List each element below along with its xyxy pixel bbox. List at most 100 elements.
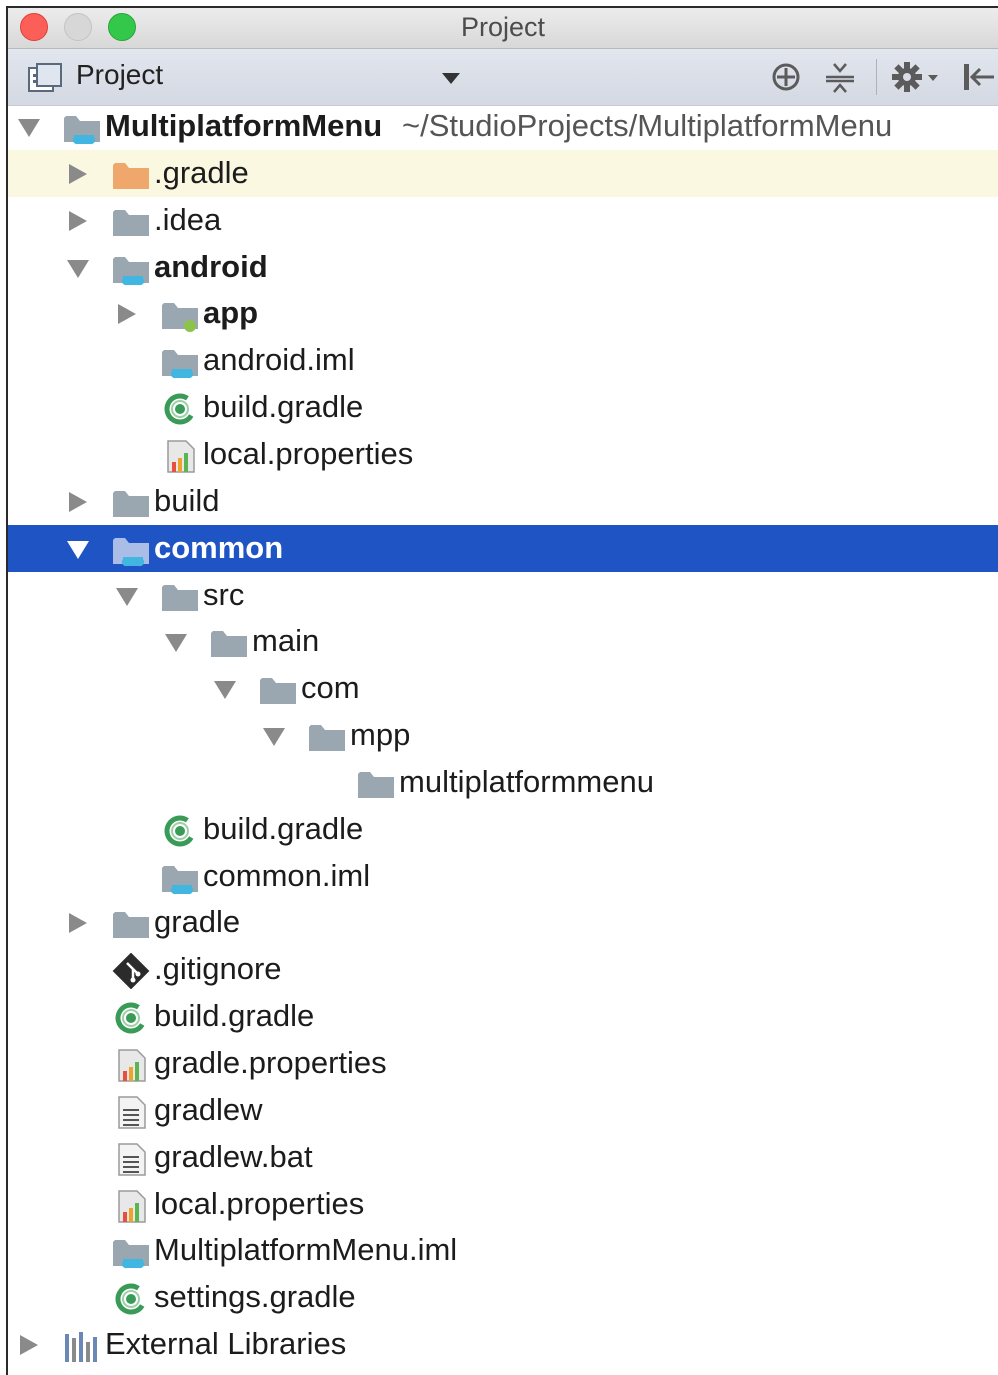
view-dropdown-caret-icon[interactable] [442,73,460,84]
tree-row-multiplatformmenu-iml[interactable]: MultiplatformMenu.iml [8,1227,998,1274]
tree-item-label: gradle [154,904,241,940]
tree-item-label: gradlew.bat [154,1138,313,1174]
expanded-arrow-icon[interactable] [114,584,140,608]
tree-row-common-iml[interactable]: common.iml [8,853,998,900]
collapsed-arrow-icon[interactable] [65,490,91,514]
properties-file-icon [118,1189,146,1223]
tree-row-src[interactable]: src [8,572,998,619]
collapsed-arrow-icon[interactable] [65,911,91,935]
tree-row-multiplatformmenu[interactable]: MultiplatformMenu ~/StudioProjects/Multip… [8,103,998,150]
iml-file-icon [113,1240,149,1269]
tree-row-common[interactable]: common [8,524,998,572]
tree-row-app[interactable]: app [8,290,998,337]
tree-row-idea[interactable]: .idea [8,197,998,244]
tree-item-label: settings.gradle [154,1279,356,1315]
tree-row-build-gradle[interactable]: build.gradle [8,384,998,431]
app-module-folder-icon [162,303,198,333]
folder-icon [162,584,198,611]
window-title: Project [460,12,546,42]
collapsed-arrow-icon[interactable] [65,162,91,186]
folder-icon [358,771,394,798]
module-folder-icon [113,256,149,285]
module-folder-icon [64,116,100,145]
tree-row-gradle[interactable]: gradle [8,899,998,946]
view-selector-label[interactable]: Project [76,59,163,91]
tree-row-gitignore[interactable]: .gitignore [8,946,998,993]
gradle-file-icon [164,815,196,847]
tree-row-build[interactable]: build [8,478,998,525]
iml-file-icon [162,865,198,894]
tree-row-android[interactable]: android [8,244,998,291]
tree-row-build-gradle[interactable]: build.gradle [8,806,998,853]
libraries-icon [65,1332,97,1363]
text-file-icon [118,1096,146,1129]
expanded-arrow-icon[interactable] [16,115,42,139]
tree-item-label: app [203,295,259,331]
gradle-file-icon [115,1283,147,1315]
collapsed-arrow-icon[interactable] [16,1333,42,1357]
project-path-label: ~/StudioProjects/MultiplatformMenu [402,108,893,143]
collapse-all-icon[interactable] [820,60,860,94]
tree-item-label: main [252,623,320,659]
tree-row-local-properties[interactable]: local.properties [8,1181,998,1228]
folder-icon [113,912,149,939]
tree-item-label: .idea [154,201,222,237]
iml-file-icon [162,350,198,379]
tree-row-main[interactable]: main [8,618,998,665]
expanded-arrow-icon[interactable] [163,630,189,654]
gradle-file-icon [115,1002,147,1034]
tree-item-label: mpp [350,717,411,753]
tree-row-com[interactable]: com [8,665,998,712]
tree-row-gradlew[interactable]: gradlew [8,1087,998,1134]
tree-row-gradle[interactable]: .gradle [8,149,998,197]
folder-icon [113,209,149,236]
project-view-icon [28,63,62,92]
tree-item-label: build.gradle [154,998,315,1034]
excluded-folder-icon [113,162,149,189]
tree-item-label: MultiplatformMenu.iml [154,1232,458,1268]
tree-row-multiplatformmenu[interactable]: multiplatformmenu [8,759,998,806]
settings-gear-icon[interactable] [890,60,942,94]
tree-row-settings-gradle[interactable]: settings.gradle [8,1274,998,1321]
tree-row-gradle-properties[interactable]: gradle.properties [8,1040,998,1087]
collapsed-arrow-icon[interactable] [114,302,140,326]
tree-item-label: com [301,670,360,706]
tree-item-label: android.iml [203,342,355,378]
expanded-arrow-icon[interactable] [261,724,287,748]
toolbar-separator [876,59,877,95]
tree-item-label: build.gradle [203,389,364,425]
project-tree: MultiplatformMenu ~/StudioProjects/Multip… [8,106,998,1375]
expanded-arrow-icon[interactable] [212,677,238,701]
tree-item-label: gradle.properties [154,1045,387,1080]
tree-row-gradlew-bat[interactable]: gradlew.bat [8,1134,998,1181]
tree-item-label: build.gradle [203,810,364,846]
hide-panel-icon[interactable] [958,60,998,94]
folder-icon [309,725,345,752]
tree-row-mpp[interactable]: mpp [8,712,998,759]
tree-item-label: src [203,576,245,612]
locate-icon[interactable] [766,60,806,94]
gradle-file-icon [164,393,196,425]
collapsed-arrow-icon[interactable] [65,209,91,233]
tree-row-external-libraries[interactable]: External Libraries [8,1321,998,1368]
tree-item-label: build [154,482,220,518]
expanded-arrow-icon[interactable] [65,537,91,561]
tree-item-label: multiplatformmenu [399,763,654,799]
tree-row-local-properties[interactable]: local.properties [8,431,998,478]
tree-item-label: .gitignore [154,951,282,987]
tree-item-label: local.properties [203,435,414,471]
tree-item-label: gradlew [154,1091,263,1127]
module-folder-icon [113,537,149,566]
tree-item-label: MultiplatformMenu [105,108,383,143]
properties-file-icon [167,440,195,473]
tree-row-build-gradle[interactable]: build.gradle [8,993,998,1040]
tree-item-label: External Libraries [105,1326,347,1362]
expanded-arrow-icon[interactable] [65,256,91,280]
tree-item-label: common.iml [203,857,371,893]
text-file-icon [118,1142,146,1176]
project-toolbar: Project [8,49,998,106]
tree-item-label: local.properties [154,1185,365,1221]
tree-row-android-iml[interactable]: android.iml [8,337,998,384]
window-titlebar: Project [8,8,998,49]
tree-item-label: common [154,529,284,565]
